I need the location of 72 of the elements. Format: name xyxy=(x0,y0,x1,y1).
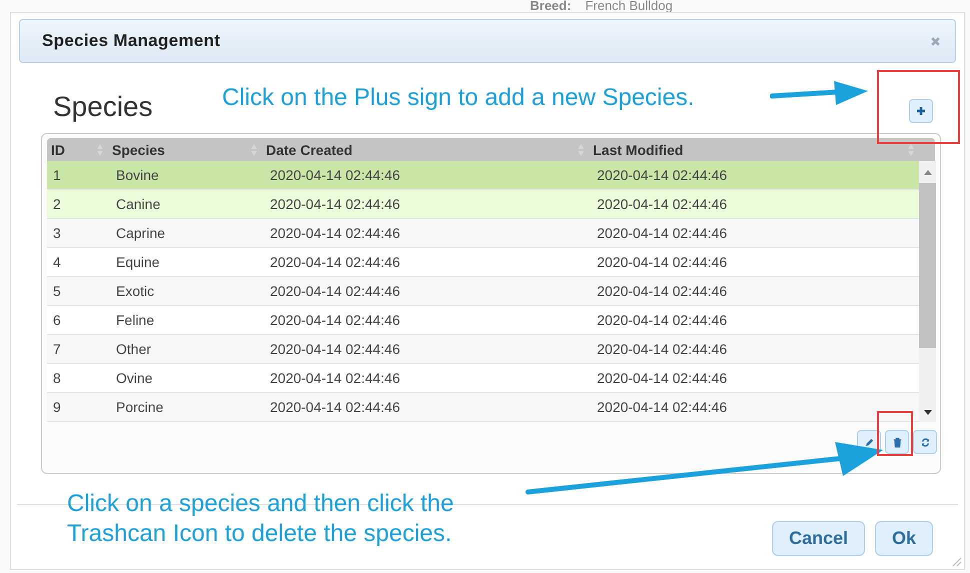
scroll-thumb[interactable] xyxy=(919,183,936,348)
table-row[interactable]: 4 Equine 2020-04-14 02:44:46 2020-04-14 02:44:46 xyxy=(47,248,919,277)
table-cell: 2020-04-14 02:44:46 xyxy=(270,370,400,386)
delete-button[interactable] xyxy=(885,430,909,454)
breed-value: French Bulldog xyxy=(585,0,673,13)
table-cell: 2020-04-14 02:44:46 xyxy=(597,399,727,415)
refresh-icon xyxy=(920,436,930,448)
scroll-up-icon[interactable] xyxy=(922,169,932,175)
scrollbar[interactable] xyxy=(919,161,936,422)
table-cell: 2020-04-14 02:44:46 xyxy=(597,167,727,183)
table-cell: 2020-04-14 02:44:46 xyxy=(597,283,727,299)
instruction-note: Click on the Plus sign to add a new Species. xyxy=(222,84,694,112)
window-title: Species Management xyxy=(42,31,220,51)
table-cell: Caprine xyxy=(116,225,166,241)
table-cell: 4 xyxy=(53,254,61,270)
table-cell: Bovine xyxy=(116,167,159,183)
table-row[interactable]: 2 Canine 2020-04-14 02:44:46 2020-04-14 02:44:46 xyxy=(47,190,919,219)
close-icon[interactable] xyxy=(930,36,941,46)
column-header[interactable]: ID xyxy=(51,142,65,158)
section-heading: Species xyxy=(53,91,153,123)
table-cell: 2020-04-14 02:44:46 xyxy=(270,196,400,212)
table-cell: Exotic xyxy=(116,283,154,299)
table-cell: Other xyxy=(116,341,152,357)
table-cell: 2020-04-14 02:44:46 xyxy=(270,254,400,270)
table-row[interactable]: 7 Other 2020-04-14 02:44:46 2020-04-14 02:44:46 xyxy=(47,335,919,364)
scroll-down-icon[interactable] xyxy=(922,410,932,416)
table-cell: 2 xyxy=(53,196,61,212)
highlight-frame xyxy=(877,411,913,456)
table-cell: Ovine xyxy=(116,370,153,386)
table-cell: 2020-04-14 02:44:46 xyxy=(270,399,400,415)
plus-icon xyxy=(916,106,926,116)
table-row[interactable]: 5 Exotic 2020-04-14 02:44:46 2020-04-14 02:44:46 xyxy=(47,277,919,306)
table-cell: 2020-04-14 02:44:46 xyxy=(597,341,727,357)
table-row[interactable]: 6 Feline 2020-04-14 02:44:46 2020-04-14 02:44:46 xyxy=(47,306,919,335)
dialog-button[interactable]: Ok xyxy=(874,521,933,556)
column-header[interactable]: Last Modified xyxy=(593,142,684,158)
table-cell: 8 xyxy=(53,370,61,386)
instruction-note: Click on a species and then click the Trashcan Icon to delete the species. xyxy=(67,489,455,549)
table-row[interactable]: 3 Caprine 2020-04-14 02:44:46 2020-04-14 02:44:46 xyxy=(47,219,919,248)
table-cell: 2020-04-14 02:44:46 xyxy=(270,225,400,241)
sort-icon[interactable] xyxy=(907,142,915,156)
table-cell: 5 xyxy=(53,283,61,299)
table-row[interactable]: 1 Bovine 2020-04-14 02:44:46 2020-04-14 02:44:46 xyxy=(47,161,919,190)
table-cell: 2020-04-14 02:44:46 xyxy=(597,370,727,386)
resize-grip-icon[interactable] xyxy=(950,555,962,567)
table-cell: Feline xyxy=(116,312,154,328)
table-cell: Porcine xyxy=(116,399,164,415)
table-cell: 2020-04-14 02:44:46 xyxy=(270,312,400,328)
table-row[interactable]: 8 Ovine 2020-04-14 02:44:46 2020-04-14 02:44:46 xyxy=(47,364,919,393)
column-header[interactable]: Date Created xyxy=(266,142,352,158)
column-header[interactable]: Species xyxy=(112,142,165,158)
add-button[interactable] xyxy=(909,99,933,123)
table-cell: 6 xyxy=(53,312,61,328)
pencil-icon xyxy=(864,436,874,448)
table-cell: 7 xyxy=(53,341,61,357)
table-cell: 2020-04-14 02:44:46 xyxy=(270,341,400,357)
table-cell: 2020-04-14 02:44:46 xyxy=(597,254,727,270)
table-cell: Canine xyxy=(116,196,160,212)
table-cell: 2020-04-14 02:44:46 xyxy=(270,283,400,299)
table-cell: 9 xyxy=(53,399,61,415)
breed-label: Breed: xyxy=(530,0,572,13)
table-cell: 1 xyxy=(53,167,61,183)
table-cell: Equine xyxy=(116,254,160,270)
refresh-button[interactable] xyxy=(913,430,937,454)
table-cell: 2020-04-14 02:44:46 xyxy=(597,312,727,328)
table-cell: 3 xyxy=(53,225,61,241)
dialog-button[interactable]: Cancel xyxy=(772,521,865,556)
table-cell: 2020-04-14 02:44:46 xyxy=(597,225,727,241)
table-row[interactable]: 9 Porcine 2020-04-14 02:44:46 2020-04-14 02:44:46 xyxy=(47,393,919,422)
table-cell: 2020-04-14 02:44:46 xyxy=(270,167,400,183)
trash-icon xyxy=(892,436,902,448)
table-cell: 2020-04-14 02:44:46 xyxy=(597,196,727,212)
